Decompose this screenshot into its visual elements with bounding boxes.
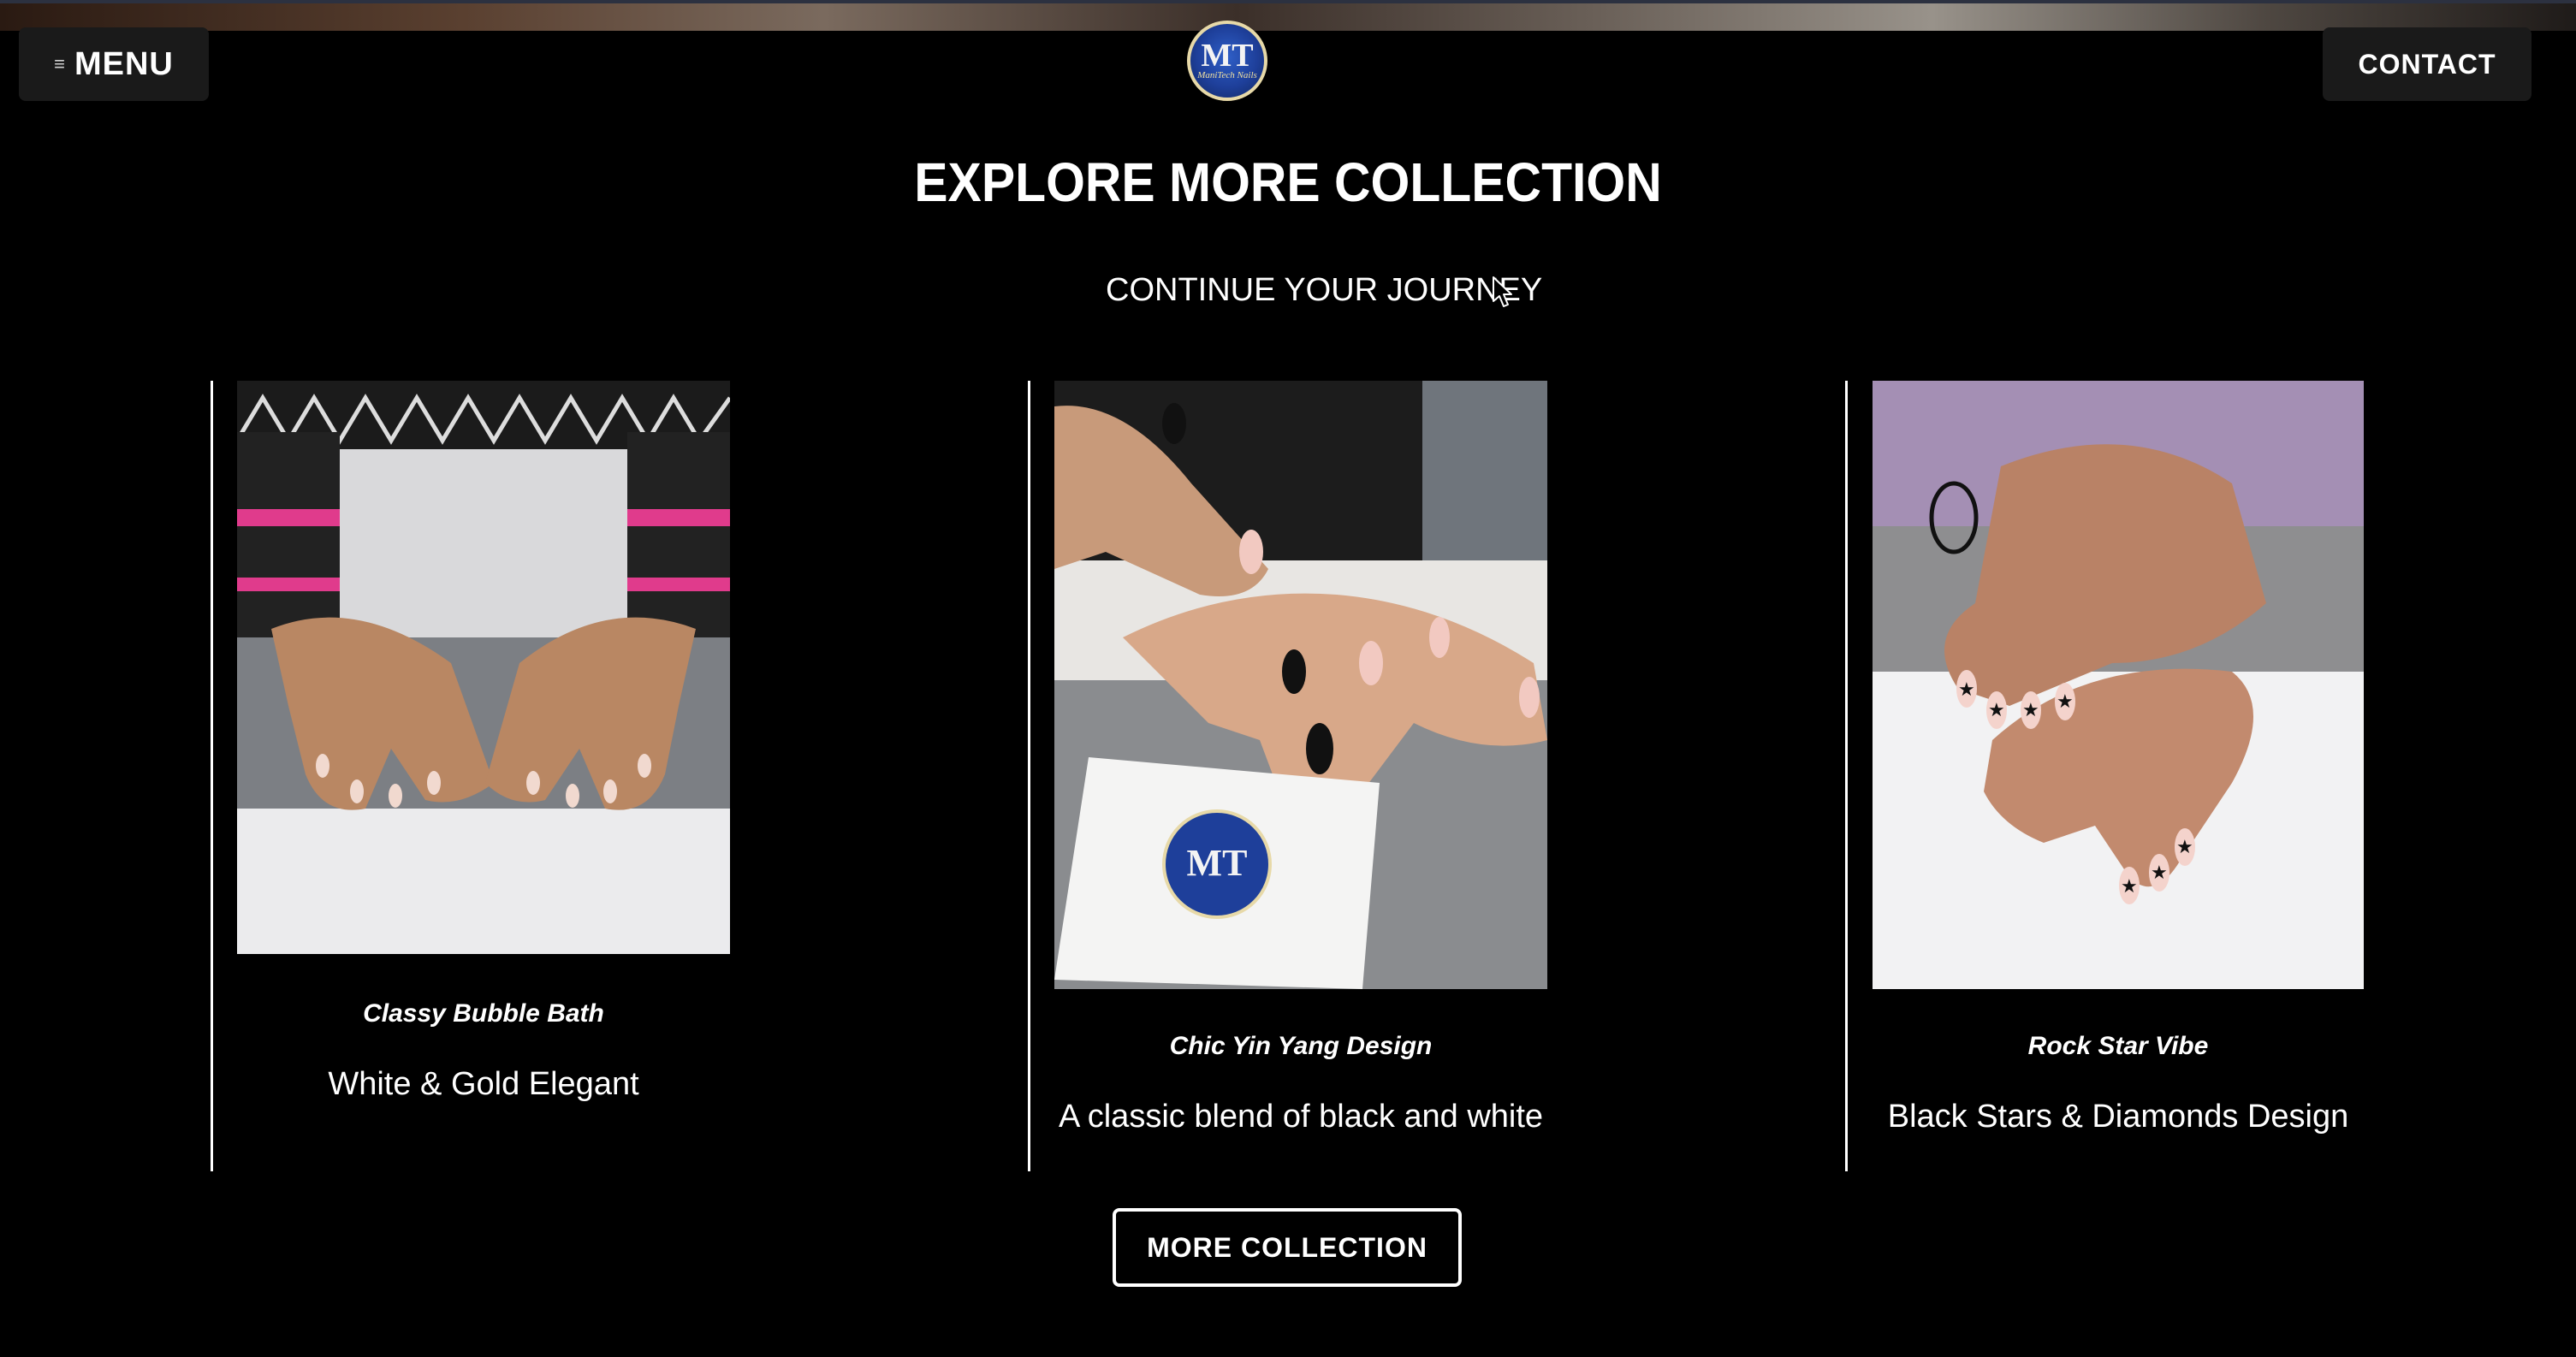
hands-nails-photo-icon: MT: [1054, 381, 1547, 989]
card-title: Rock Star Vibe: [2027, 1032, 2209, 1060]
menu-button[interactable]: ≡ MENU: [19, 27, 209, 101]
card-description: White & Gold Elegant: [328, 1066, 639, 1102]
menu-label: MENU: [74, 45, 174, 82]
svg-text:★: ★: [2176, 837, 2193, 858]
card-image-chic-yin-yang[interactable]: MT: [1054, 381, 1547, 989]
brand-logo[interactable]: MT ManiTech Nails: [1187, 21, 1267, 101]
hamburger-icon: ≡: [54, 53, 66, 74]
card-divider: [211, 381, 213, 1171]
card-divider: [1028, 381, 1030, 1171]
svg-text:★: ★: [1958, 679, 1975, 701]
hands-nails-photo-icon: ★ ★ ★ ★ ★ ★ ★: [1873, 381, 2364, 989]
card-description: A classic blend of black and white: [1058, 1099, 1544, 1135]
section-title: EXPLORE MORE COLLECTION: [914, 151, 1662, 213]
section-subtitle: CONTINUE YOUR JOURNEY: [1106, 272, 1543, 308]
more-collection-button[interactable]: MORE COLLECTION: [1113, 1208, 1462, 1287]
card-title: Chic Yin Yang Design: [1169, 1032, 1433, 1060]
svg-text:★: ★: [2151, 862, 2168, 884]
card-title: Classy Bubble Bath: [363, 999, 604, 1028]
contact-button[interactable]: CONTACT: [2323, 27, 2531, 101]
card-image-classy-bubble-bath[interactable]: [237, 381, 730, 954]
card-divider: [1845, 381, 1848, 1171]
svg-text:★: ★: [2057, 691, 2074, 713]
hero-image-strip: [0, 0, 2576, 31]
card-description: Black Stars & Diamonds Design: [1887, 1099, 2349, 1135]
svg-text:MT: MT: [1187, 842, 1248, 884]
contact-label: CONTACT: [2358, 48, 2496, 80]
card-image-rock-star-vibe[interactable]: ★ ★ ★ ★ ★ ★ ★: [1873, 381, 2364, 989]
hands-nails-photo-icon: [237, 381, 730, 954]
logo-script: ManiTech Nails: [1197, 70, 1257, 80]
svg-text:★: ★: [1988, 700, 2005, 721]
svg-text:★: ★: [2022, 700, 2039, 721]
mouse-cursor-icon: [1493, 276, 1512, 307]
svg-text:★: ★: [2121, 876, 2138, 898]
logo-monogram: MT: [1201, 38, 1254, 74]
more-collection-label: MORE COLLECTION: [1147, 1231, 1427, 1263]
